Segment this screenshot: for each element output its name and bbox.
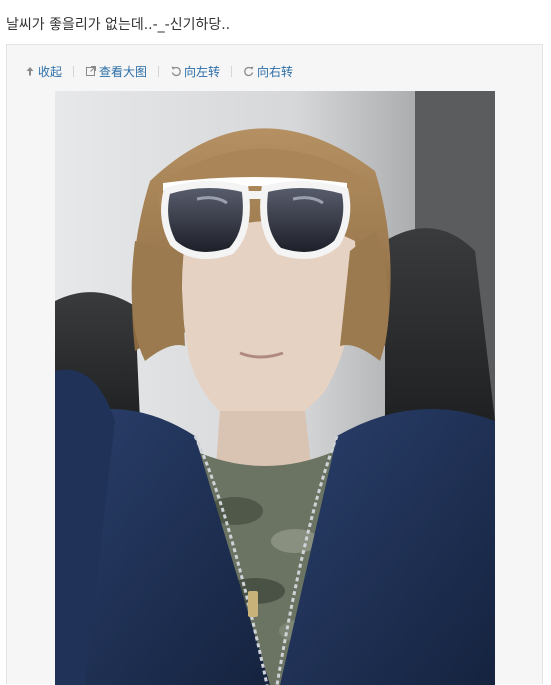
toolbar-divider	[73, 65, 75, 77]
view-large-button[interactable]: 查看大图	[85, 63, 147, 80]
media-toolbar: 收起 查看大图 向左转 向右转	[24, 63, 293, 79]
rotate-left-icon	[170, 65, 182, 77]
collapse-label: 收起	[38, 64, 63, 79]
rotate-left-button[interactable]: 向左转	[170, 63, 220, 80]
rotate-right-icon	[243, 65, 255, 77]
toolbar-divider	[158, 65, 160, 77]
rotate-left-label: 向左转	[184, 64, 221, 79]
selfie-illustration	[55, 91, 495, 685]
rotate-right-label: 向右转	[257, 64, 294, 79]
rotate-right-button[interactable]: 向右转	[243, 63, 293, 80]
media-preview-panel: 收起 查看大图 向左转 向右转	[6, 44, 543, 685]
collapse-button[interactable]: 收起	[24, 63, 62, 80]
post-text: 날씨가 좋을리가 없는데..-_-신기하당..	[6, 17, 231, 33]
view-large-label: 查看大图	[99, 64, 148, 79]
toolbar-divider	[231, 65, 233, 77]
post-photo[interactable]	[55, 91, 495, 685]
expand-icon	[85, 65, 97, 77]
arrow-up-icon	[24, 65, 36, 77]
